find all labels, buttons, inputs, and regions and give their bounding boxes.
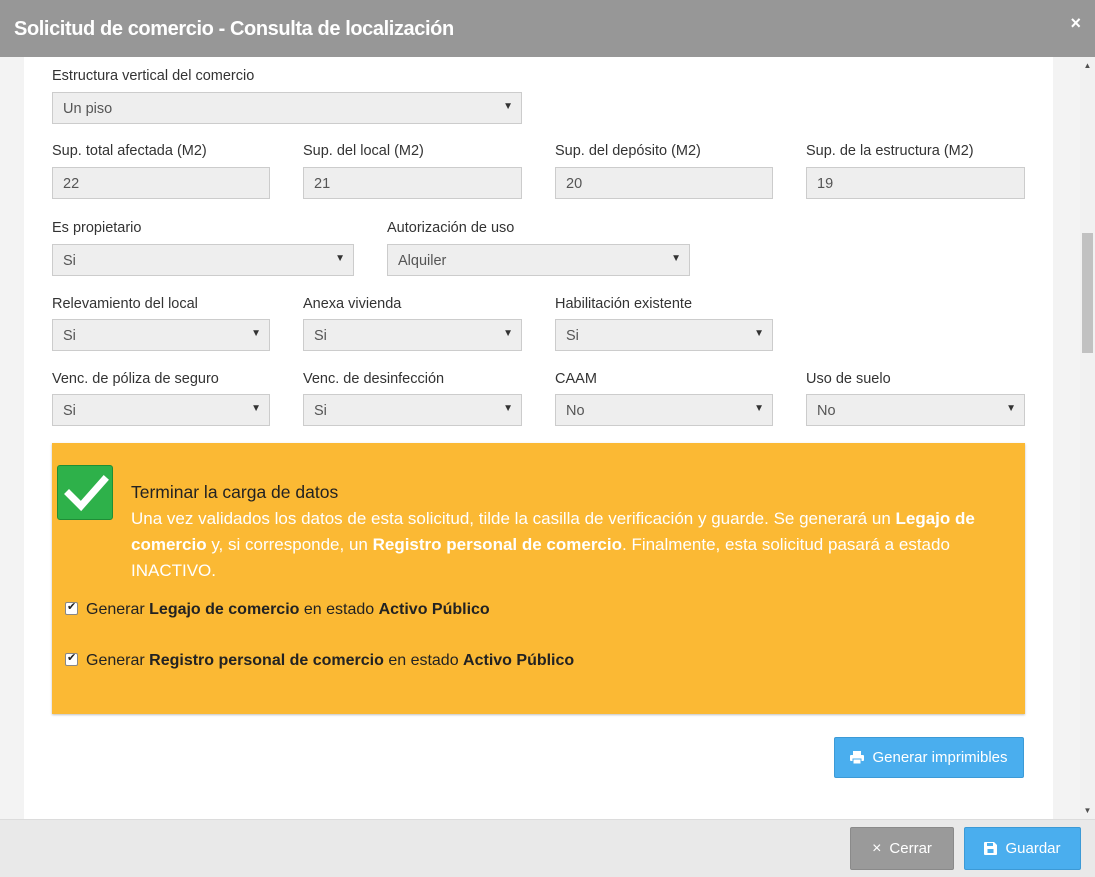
propietario-value: Si (63, 253, 76, 269)
sup-total-label: Sup. total afectada (M2) (52, 143, 207, 159)
autorizacion-select[interactable]: Alquiler ▼ (387, 244, 690, 276)
printer-icon (850, 751, 865, 764)
scroll-up-arrow-icon[interactable]: ▲ (1080, 61, 1095, 70)
save-button[interactable]: Guardar (964, 827, 1081, 870)
scrollbar-thumb[interactable] (1082, 233, 1093, 353)
print-button-label: Generar imprimibles (872, 749, 1008, 766)
scrollbar[interactable]: ▲ ▼ (1080, 57, 1095, 819)
uso-suelo-select[interactable]: No ▼ (806, 394, 1025, 426)
close-button-label: Cerrar (889, 840, 932, 857)
poliza-label: Venc. de póliza de seguro (52, 371, 219, 387)
propietario-select[interactable]: Si ▼ (52, 244, 354, 276)
scroll-down-arrow-icon[interactable]: ▼ (1080, 806, 1095, 815)
desinfeccion-select[interactable]: Si ▼ (303, 394, 522, 426)
caret-down-icon: ▼ (251, 403, 261, 414)
caret-down-icon: ▼ (503, 101, 513, 112)
anexa-label: Anexa vivienda (303, 296, 402, 312)
poliza-select[interactable]: Si ▼ (52, 394, 270, 426)
modal-titlebar: Solicitud de comercio - Consulta de loca… (0, 0, 1095, 57)
notice-title: Terminar la carga de datos (131, 482, 339, 502)
sup-local-input[interactable]: 21 (303, 167, 522, 199)
modal-title: Solicitud de comercio - Consulta de loca… (14, 18, 454, 40)
sup-estructura-input[interactable]: 19 (806, 167, 1025, 199)
relevamiento-select[interactable]: Si ▼ (52, 319, 270, 351)
option-registro-checkbox[interactable] (65, 651, 78, 666)
habilitacion-value: Si (566, 328, 579, 344)
finish-loading-notice: Terminar la carga de datos Una vez valid… (52, 443, 1025, 714)
propietario-label: Es propietario (52, 220, 142, 236)
caret-down-icon: ▼ (251, 328, 261, 339)
sup-deposito-label: Sup. del depósito (M2) (555, 143, 701, 159)
sup-local-value: 21 (314, 176, 331, 192)
sup-estructura-label: Sup. de la estructura (M2) (806, 143, 974, 159)
habilitacion-select[interactable]: Si ▼ (555, 319, 773, 351)
notice-body: Una vez validados los datos de esta soli… (131, 509, 975, 580)
caret-down-icon: ▼ (503, 403, 513, 414)
caret-down-icon: ▼ (335, 253, 345, 264)
desinfeccion-value: Si (314, 403, 327, 419)
caret-down-icon: ▼ (1006, 403, 1016, 414)
sup-deposito-value: 20 (566, 176, 583, 192)
relevamiento-label: Relevamiento del local (52, 296, 198, 312)
option-registro[interactable]: Generar Registro personal de comercio en… (65, 651, 574, 670)
close-button[interactable]: × Cerrar (850, 827, 954, 870)
caret-down-icon: ▼ (754, 403, 764, 414)
caret-down-icon: ▼ (671, 253, 681, 264)
save-button-label: Guardar (1005, 840, 1061, 857)
estructura-label: Estructura vertical del comercio (52, 68, 255, 84)
desinfeccion-label: Venc. de desinfección (303, 371, 445, 387)
relevamiento-value: Si (63, 328, 76, 344)
sup-deposito-input[interactable]: 20 (555, 167, 773, 199)
close-icon: × (872, 839, 882, 857)
close-icon[interactable]: × (1070, 13, 1081, 34)
caam-value: No (566, 403, 585, 419)
sup-total-input[interactable]: 22 (52, 167, 270, 199)
caret-down-icon: ▼ (503, 328, 513, 339)
estructura-value: Un piso (63, 101, 113, 117)
poliza-value: Si (63, 403, 76, 419)
anexa-select[interactable]: Si ▼ (303, 319, 522, 351)
floppy-disk-icon (984, 842, 998, 855)
autorizacion-label: Autorización de uso (387, 220, 515, 236)
option-legajo-checkbox[interactable] (65, 600, 78, 615)
autorizacion-value: Alquiler (398, 253, 447, 269)
option-legajo[interactable]: Generar Legajo de comercio en estado Act… (65, 600, 490, 619)
anexa-value: Si (314, 328, 327, 344)
uso-suelo-label: Uso de suelo (806, 371, 891, 387)
caam-select[interactable]: No ▼ (555, 394, 773, 426)
sup-estructura-value: 19 (817, 176, 834, 192)
caam-label: CAAM (555, 371, 597, 387)
caret-down-icon: ▼ (754, 328, 764, 339)
check-icon (64, 475, 109, 512)
estructura-select[interactable]: Un piso ▼ (52, 92, 522, 124)
sup-local-label: Sup. del local (M2) (303, 143, 424, 159)
habilitacion-label: Habilitación existente (555, 296, 693, 312)
sup-total-value: 22 (63, 176, 80, 192)
finish-loading-checkbox[interactable] (57, 465, 113, 520)
uso-suelo-value: No (817, 403, 836, 419)
print-button[interactable]: Generar imprimibles (834, 737, 1024, 778)
